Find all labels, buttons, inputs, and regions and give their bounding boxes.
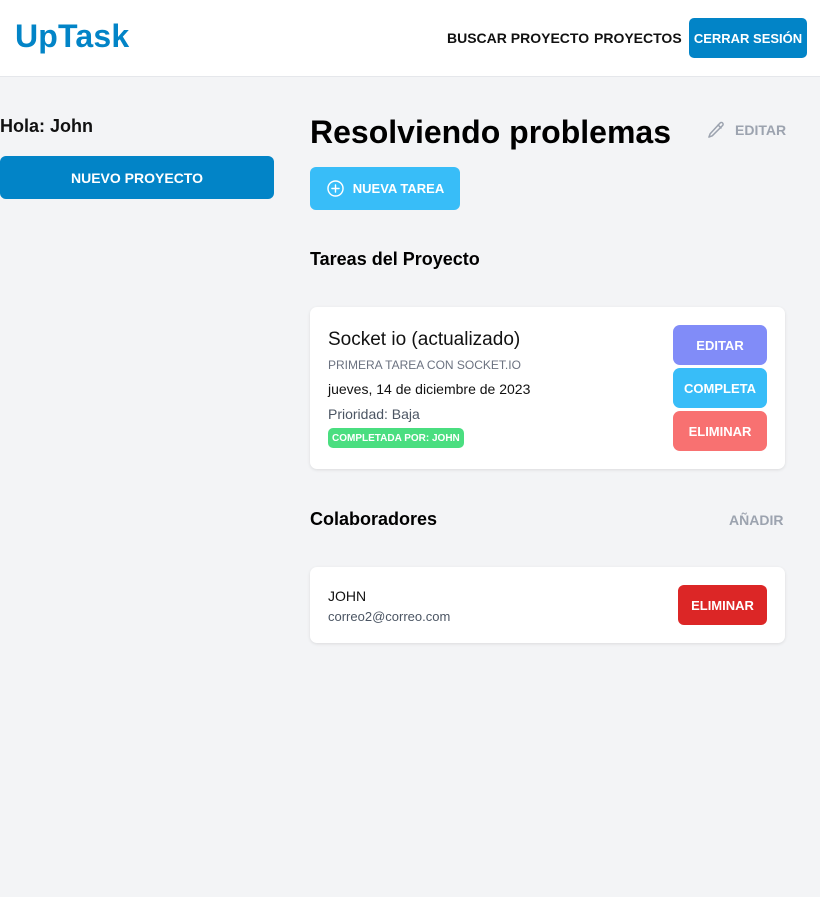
tasks-section-title: Tareas del Proyecto: [310, 249, 480, 269]
plus-circle-icon: [327, 180, 344, 197]
nav-search-project-link[interactable]: BUSCAR PROYECTO: [447, 30, 589, 46]
delete-collaborator-button[interactable]: ELIMINAR: [678, 585, 767, 625]
top-header: UpTask BUSCAR PROYECTO PROYECTOS CERRAR …: [0, 0, 820, 77]
complete-task-button[interactable]: COMPLETA: [673, 368, 767, 408]
edit-project-label: EDITAR: [735, 122, 787, 138]
add-collaborator-link[interactable]: AÑADIR: [729, 512, 783, 528]
collaborator-name: JOHN: [328, 588, 367, 604]
new-project-button[interactable]: NUEVO PROYECTO: [0, 156, 274, 199]
task-card: Socket io (actualizado) PRIMERA TAREA CO…: [310, 307, 785, 469]
task-name: Socket io (actualizado): [328, 329, 521, 350]
new-task-label: NUEVA TAREA: [352, 181, 445, 196]
collaborators-section-title: Colaboradores: [310, 509, 438, 529]
task-description: PRIMERA TAREA CON SOCKET.IO: [328, 358, 521, 372]
edit-task-button[interactable]: EDITAR: [673, 325, 767, 365]
collaborator-card: JOHN correo2@correo.com ELIMINAR: [310, 567, 785, 643]
pencil-icon: [708, 121, 724, 138]
project-title: Resolviendo problemas: [310, 114, 671, 150]
task-priority: Prioridad: Baja: [328, 406, 420, 422]
user-greeting: Hola: John: [0, 116, 93, 136]
logout-button[interactable]: CERRAR SESIÓN: [689, 18, 807, 58]
delete-task-button[interactable]: ELIMINAR: [673, 411, 767, 451]
app-logo[interactable]: UpTask: [15, 18, 129, 55]
new-task-button[interactable]: NUEVA TAREA: [310, 167, 460, 210]
task-date: jueves, 14 de diciembre de 2023: [328, 381, 531, 397]
collaborator-email: correo2@correo.com: [328, 609, 451, 624]
edit-project-link[interactable]: EDITAR: [706, 120, 786, 140]
nav-projects-link[interactable]: PROYECTOS: [594, 30, 682, 46]
completed-by-badge: COMPLETADA POR: JOHN: [328, 428, 464, 448]
